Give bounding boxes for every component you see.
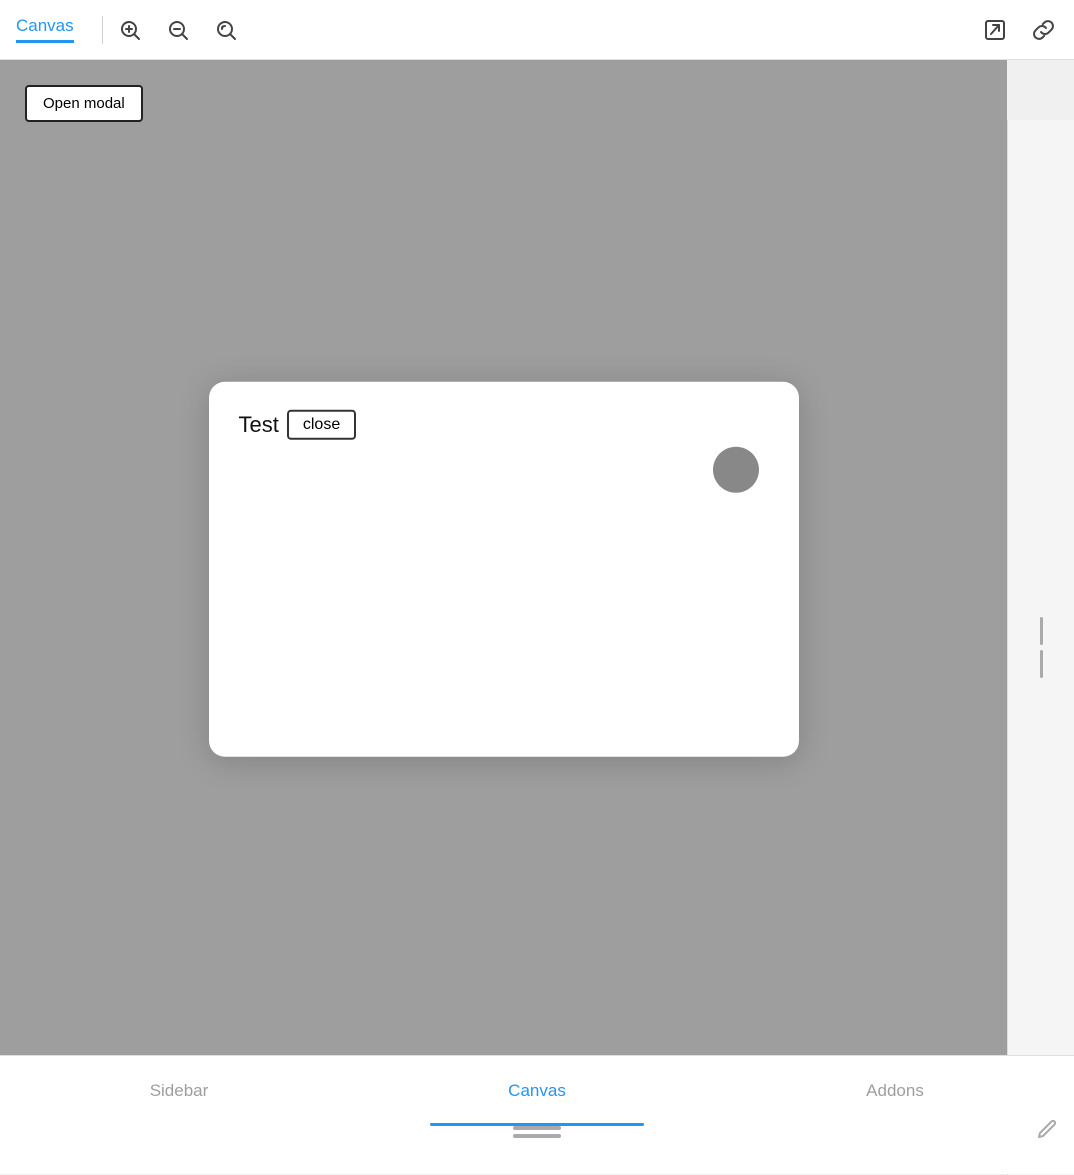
bottom-tabbar: Sidebar Canvas Addons [0, 1055, 1074, 1174]
open-modal-button[interactable]: Open modal [25, 85, 143, 122]
zoom-out-icon[interactable] [163, 15, 193, 45]
modal-text-prefix: Test [239, 411, 279, 437]
handle-bar-2 [1040, 650, 1043, 678]
reset-zoom-icon[interactable] [211, 15, 241, 45]
bottom-tabs-row: Sidebar Canvas Addons [0, 1056, 1074, 1126]
tab-canvas[interactable]: Canvas [358, 1056, 716, 1126]
right-sidebar [1007, 120, 1074, 1175]
export-icon[interactable] [980, 15, 1010, 45]
tab-sidebar[interactable]: Sidebar [0, 1056, 358, 1126]
toolbar: Canvas [0, 0, 1074, 60]
sidebar-resize-handle[interactable] [1040, 617, 1043, 678]
toolbar-divider [102, 16, 103, 44]
bottom-handle [513, 1126, 561, 1148]
canvas-tab[interactable]: Canvas [16, 16, 74, 43]
handle-bar-1 [1040, 617, 1043, 645]
modal-content: Test close [239, 409, 769, 439]
modal-circle-indicator [713, 446, 759, 492]
handle-bar-bottom [513, 1134, 561, 1138]
edit-icon[interactable] [1036, 1118, 1058, 1146]
link-icon[interactable] [1028, 15, 1058, 45]
zoom-in-icon[interactable] [115, 15, 145, 45]
modal-card: Test close [209, 381, 799, 756]
modal-close-button[interactable]: close [287, 409, 356, 439]
toolbar-right-icons [980, 15, 1058, 45]
tab-addons[interactable]: Addons [716, 1056, 1074, 1126]
handle-bar-top [513, 1126, 561, 1130]
canvas-area: Open modal Test close [0, 60, 1007, 1115]
toolbar-zoom-controls [115, 15, 241, 45]
